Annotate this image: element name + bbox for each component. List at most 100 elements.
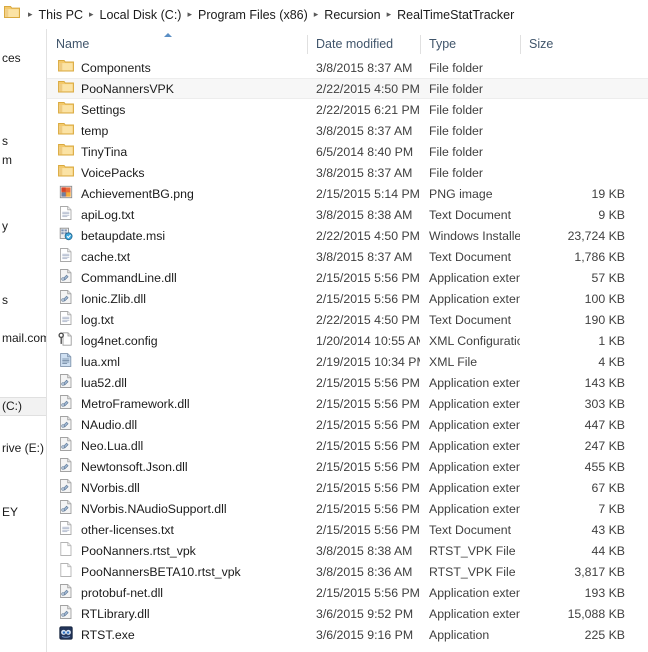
file-type-cell: File folder: [420, 145, 520, 159]
file-name-cell[interactable]: Newtonsoft.Json.dll: [47, 457, 307, 476]
column-header-size[interactable]: Size: [520, 29, 648, 57]
file-row[interactable]: PooNannersBETA10.rtst_vpk3/8/2015 8:36 A…: [47, 561, 648, 582]
dll-icon: [58, 415, 74, 434]
breadcrumb-item-program-files[interactable]: Program Files (x86): [196, 7, 310, 23]
nav-pane-item[interactable]: ces: [0, 49, 47, 68]
file-name-cell[interactable]: RTST.exe: [47, 625, 307, 644]
file-name-cell[interactable]: Settings: [47, 100, 307, 119]
folder-icon: [58, 79, 74, 98]
file-row[interactable]: RTST.exe3/6/2015 9:16 PMApplication225 K…: [47, 624, 648, 645]
file-name-cell[interactable]: lua52.dll: [47, 373, 307, 392]
file-row[interactable]: RTLibrary.dll3/6/2015 9:52 PMApplication…: [47, 603, 648, 624]
file-name-cell[interactable]: NAudio.dll: [47, 415, 307, 434]
file-name-cell[interactable]: betaupdate.msi: [47, 226, 307, 245]
file-name-cell[interactable]: other-licenses.txt: [47, 520, 307, 539]
file-type-cell: RTST_VPK File: [420, 565, 520, 579]
column-header-name[interactable]: Name: [47, 29, 307, 57]
file-name-cell[interactable]: CommandLine.dll: [47, 268, 307, 287]
nav-pane-item[interactable]: (C:): [0, 397, 47, 416]
file-row[interactable]: AchievementBG.png2/15/2015 5:14 PMPNG im…: [47, 183, 648, 204]
file-name-label: lua.xml: [81, 355, 120, 369]
file-type-cell: Application extens...: [420, 607, 520, 621]
file-date-modified-cell: 2/15/2015 5:56 PM: [307, 502, 420, 516]
file-name-cell[interactable]: protobuf-net.dll: [47, 583, 307, 602]
file-name-cell[interactable]: log4net.config: [47, 331, 307, 350]
file-name-cell[interactable]: AchievementBG.png: [47, 184, 307, 203]
file-name-cell[interactable]: NVorbis.dll: [47, 478, 307, 497]
file-name-cell[interactable]: Neo.Lua.dll: [47, 436, 307, 455]
file-name-cell[interactable]: NVorbis.NAudioSupport.dll: [47, 499, 307, 518]
file-name-cell[interactable]: TinyTina: [47, 142, 307, 161]
file-row[interactable]: protobuf-net.dll2/15/2015 5:56 PMApplica…: [47, 582, 648, 603]
nav-pane-item[interactable]: s: [0, 132, 47, 151]
file-row[interactable]: Components3/8/2015 8:37 AMFile folder: [47, 57, 648, 78]
file-row[interactable]: Settings2/22/2015 6:21 PMFile folder: [47, 99, 648, 120]
file-row[interactable]: PooNanners.rtst_vpk3/8/2015 8:38 AMRTST_…: [47, 540, 648, 561]
file-name-cell[interactable]: apiLog.txt: [47, 205, 307, 224]
file-name-cell[interactable]: log.txt: [47, 310, 307, 329]
nav-pane-item-label: rive (E:) T: [2, 441, 47, 455]
file-name-cell[interactable]: cache.txt: [47, 247, 307, 266]
file-row[interactable]: Neo.Lua.dll2/15/2015 5:56 PMApplication …: [47, 435, 648, 456]
address-bar[interactable]: ▸ This PC ▸ Local Disk (C:) ▸ Program Fi…: [0, 0, 648, 30]
file-name-cell[interactable]: RTLibrary.dll: [47, 604, 307, 623]
file-row[interactable]: NAudio.dll2/15/2015 5:56 PMApplication e…: [47, 414, 648, 435]
nav-pane-item-label: s: [2, 293, 8, 307]
file-name-cell[interactable]: PooNannersVPK: [47, 79, 307, 98]
file-row[interactable]: betaupdate.msi2/22/2015 4:50 PMWindows I…: [47, 225, 648, 246]
file-row[interactable]: PooNannersVPK2/22/2015 4:50 PMFile folde…: [47, 78, 648, 99]
file-row[interactable]: NVorbis.dll2/15/2015 5:56 PMApplication …: [47, 477, 648, 498]
file-date-modified-cell: 1/20/2014 10:55 AM: [307, 334, 420, 348]
nav-pane-item[interactable]: EY: [0, 503, 47, 522]
breadcrumb-separator-icon: ▸: [85, 9, 98, 20]
file-row[interactable]: cache.txt3/8/2015 8:37 AMText Document1,…: [47, 246, 648, 267]
breadcrumb-item-realtimestattracker[interactable]: RealTimeStatTracker: [395, 7, 516, 23]
file-name-cell[interactable]: PooNanners.rtst_vpk: [47, 541, 307, 560]
file-row[interactable]: temp3/8/2015 8:37 AMFile folder: [47, 120, 648, 141]
file-name-label: TinyTina: [81, 145, 127, 159]
file-date-modified-cell: 3/8/2015 8:37 AM: [307, 250, 420, 264]
nav-pane-item[interactable]: mail.com: [0, 329, 47, 348]
file-name-cell[interactable]: temp: [47, 121, 307, 140]
file-date-modified-cell: 3/6/2015 9:52 PM: [307, 607, 420, 621]
file-name-cell[interactable]: lua.xml: [47, 352, 307, 371]
file-size-cell: 1,786 KB: [520, 250, 638, 264]
file-row[interactable]: VoicePacks3/8/2015 8:37 AMFile folder: [47, 162, 648, 183]
file-name-cell[interactable]: PooNannersBETA10.rtst_vpk: [47, 562, 307, 581]
file-name-label: Components: [81, 61, 151, 75]
file-type-cell: Application extens...: [420, 397, 520, 411]
file-row[interactable]: lua52.dll2/15/2015 5:56 PMApplication ex…: [47, 372, 648, 393]
file-type-cell: File folder: [420, 82, 520, 96]
dll-icon: [58, 583, 74, 602]
column-header-type[interactable]: Type: [420, 29, 520, 57]
file-name-label: Newtonsoft.Json.dll: [81, 460, 188, 474]
file-row[interactable]: log.txt2/22/2015 4:50 PMText Document190…: [47, 309, 648, 330]
breadcrumb-item-local-disk[interactable]: Local Disk (C:): [98, 7, 184, 23]
nav-pane-item-label: y: [2, 219, 8, 233]
file-list[interactable]: Components3/8/2015 8:37 AMFile folderPoo…: [47, 57, 648, 652]
file-size-cell: 19 KB: [520, 187, 638, 201]
file-row[interactable]: apiLog.txt3/8/2015 8:38 AMText Document9…: [47, 204, 648, 225]
file-name-cell[interactable]: Components: [47, 58, 307, 77]
file-date-modified-cell: 3/8/2015 8:38 AM: [307, 208, 420, 222]
nav-pane-item[interactable]: m: [0, 151, 47, 170]
breadcrumb-item-this-pc[interactable]: This PC: [37, 7, 85, 23]
file-name-cell[interactable]: Ionic.Zlib.dll: [47, 289, 307, 308]
file-row[interactable]: Newtonsoft.Json.dll2/15/2015 5:56 PMAppl…: [47, 456, 648, 477]
file-row[interactable]: TinyTina6/5/2014 8:40 PMFile folder: [47, 141, 648, 162]
nav-pane-item[interactable]: y: [0, 217, 47, 236]
file-row[interactable]: Ionic.Zlib.dll2/15/2015 5:56 PMApplicati…: [47, 288, 648, 309]
file-row[interactable]: lua.xml2/19/2015 10:34 PMXML File4 KB: [47, 351, 648, 372]
file-row[interactable]: log4net.config1/20/2014 10:55 AMXML Conf…: [47, 330, 648, 351]
nav-pane-item[interactable]: s: [0, 291, 47, 310]
column-header-date-modified[interactable]: Date modified: [307, 29, 420, 57]
nav-pane-item[interactable]: rive (E:) T: [0, 439, 47, 458]
file-row[interactable]: other-licenses.txt2/15/2015 5:56 PMText …: [47, 519, 648, 540]
file-row[interactable]: CommandLine.dll2/15/2015 5:56 PMApplicat…: [47, 267, 648, 288]
file-name-cell[interactable]: MetroFramework.dll: [47, 394, 307, 413]
file-name-cell[interactable]: VoicePacks: [47, 163, 307, 182]
breadcrumb-item-recursion[interactable]: Recursion: [322, 7, 382, 23]
file-row[interactable]: MetroFramework.dll2/15/2015 5:56 PMAppli…: [47, 393, 648, 414]
navigation-pane[interactable]: cessmysmail.com(C:)rive (E:) TEY: [0, 29, 47, 652]
file-row[interactable]: NVorbis.NAudioSupport.dll2/15/2015 5:56 …: [47, 498, 648, 519]
